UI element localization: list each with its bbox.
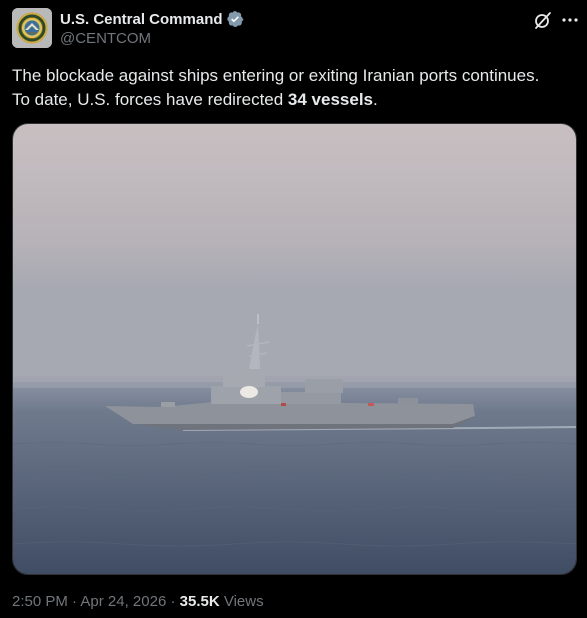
post-text-line2: To date, U.S. forces have redirected 34 … [12, 88, 577, 112]
grok-icon[interactable] [532, 9, 554, 31]
views-count: 35.5K [179, 593, 220, 610]
post-text-highlight: 34 vessels [287, 90, 374, 109]
post-time[interactable]: 2:50 PM [12, 593, 68, 610]
meta-separator: · [166, 593, 180, 610]
more-options-icon[interactable] [559, 9, 581, 31]
author-display-name[interactable]: U.S. Central Command [60, 11, 223, 28]
post-date[interactable]: Apr 24, 2026 [80, 593, 166, 610]
post-container: U.S. Central Command @CENTCOM The blocka… [0, 0, 587, 618]
author-name-row: U.S. Central Command [60, 9, 244, 29]
post-text-line1: The blockade against ships entering or e… [12, 66, 540, 85]
views-label: Views [219, 593, 264, 610]
warship-photo[interactable] [12, 123, 577, 575]
post-text-line2-suffix: . [373, 90, 378, 109]
post-text-line2-prefix: To date, U.S. forces have redirected [12, 90, 288, 109]
meta-separator: · [67, 593, 81, 610]
author-handle[interactable]: @CENTCOM [60, 30, 151, 47]
post-meta: 2:50 PM · Apr 24, 2026 · 35.5K Views [12, 593, 264, 610]
post-text: The blockade against ships entering or e… [12, 64, 577, 112]
centcom-seal-avatar[interactable] [12, 8, 52, 48]
verified-badge-icon[interactable] [226, 10, 244, 28]
